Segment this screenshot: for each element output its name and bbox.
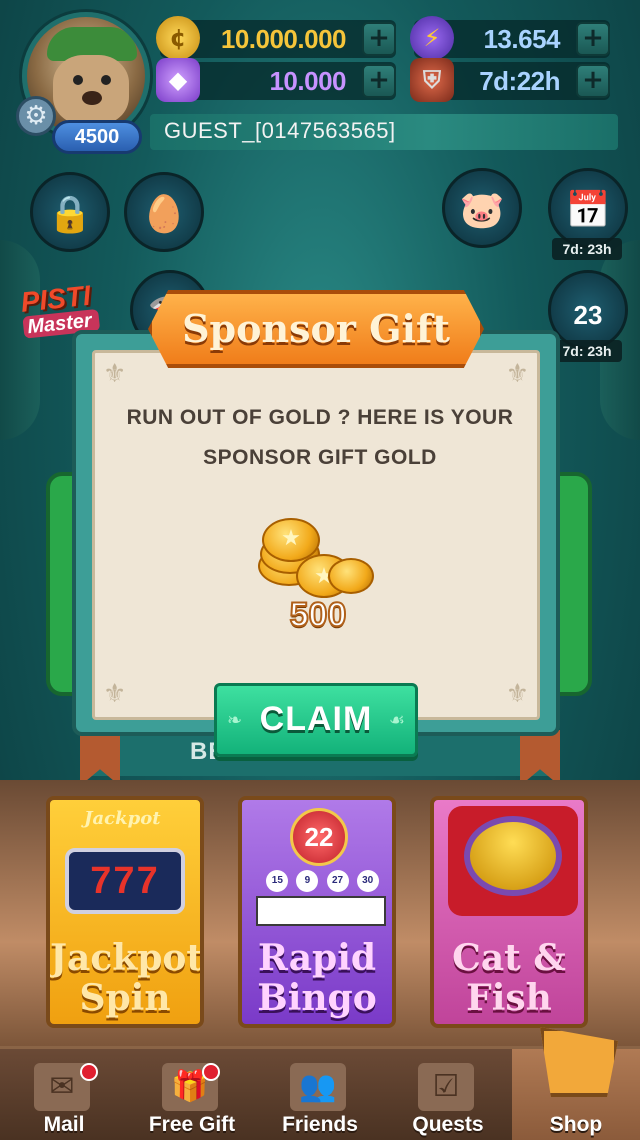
bingo-ball-icon: 22 [290, 808, 348, 866]
notification-dot [202, 1063, 220, 1081]
cat-fish-art [434, 800, 584, 930]
game-title-line2: Bingo [257, 977, 377, 1019]
coin [328, 558, 374, 594]
add-energy-button[interactable]: + [576, 22, 610, 56]
avatar-eye [73, 75, 83, 85]
bingo-number-row: 15 9 27 30 [252, 868, 390, 892]
leaf-decor-icon: ☙ [388, 710, 405, 731]
gold-button-icon [464, 816, 562, 896]
bottom-navbar: ✉ Mail 🎁 Free Gift 👥 Friends ☑ Quests Sh… [0, 1027, 640, 1140]
slot-machine-icon: 777 [65, 848, 185, 914]
gold-counter: ¢ 10.000.000 + [156, 16, 396, 60]
game-title-line1: Cat & [452, 937, 566, 979]
level-badge: 4500 [52, 120, 142, 154]
game-title-line2: Fish [466, 977, 552, 1019]
player-avatar-area[interactable]: ⚙ 4500 [16, 12, 152, 154]
jackpot-spin-card[interactable]: Jackpot 777 Jackpot Spin [46, 796, 204, 1028]
shield-value: 7d:22h [479, 66, 560, 96]
gold-coins-icon: ★ ★ [258, 512, 378, 602]
nav-label: Mail [43, 1113, 85, 1136]
rapid-bingo-card[interactable]: 22 15 9 27 30 Rapid Bingo [238, 796, 396, 1028]
lightning-icon: ⚡ [410, 16, 454, 60]
dialog-title: Sponsor Gift [182, 306, 450, 351]
avatar-face [53, 55, 129, 125]
fleur-de-lis-icon: ⚜ [505, 359, 529, 389]
calendar-icon[interactable]: 📅 [548, 168, 628, 248]
energy-counter: ⚡ 13.654 + [410, 16, 610, 60]
notification-dot [80, 1063, 98, 1081]
jackpot-art: Jackpot 777 [50, 800, 200, 930]
player-name-bar: GUEST_[0147563565] [150, 114, 618, 150]
add-shield-button[interactable]: + [576, 64, 610, 98]
friends-icon: 👥 [290, 1063, 346, 1111]
add-gems-button[interactable]: + [362, 64, 396, 98]
game-title-line1: Rapid [257, 937, 377, 979]
fleur-de-lis-icon: ⚜ [103, 679, 127, 709]
trophy-rank: 23 [573, 300, 603, 330]
bingo-number: 30 [356, 870, 379, 892]
gem-value: 10.000 [269, 66, 346, 96]
gem-counter: ◆ 10.000 + [156, 58, 396, 102]
nav-label: Shop [549, 1113, 603, 1136]
gem-icon: ◆ [156, 58, 200, 102]
avatar-nose [82, 91, 102, 105]
bet-flag-left [80, 730, 120, 786]
game-title-line1: Jackpot [50, 937, 204, 979]
energy-value: 13.654 [483, 24, 560, 54]
nav-free-gift[interactable]: 🎁 Free Gift [128, 1049, 256, 1140]
nav-mail[interactable]: ✉ Mail [0, 1049, 128, 1140]
claim-label: CLAIM [259, 700, 373, 738]
bingo-card-icon [256, 896, 386, 926]
nav-label: Free Gift [148, 1113, 236, 1136]
nav-label: Friends [282, 1113, 358, 1136]
dialog-title-banner: Sponsor Gift [148, 290, 484, 368]
reward-amount: 500 [289, 595, 348, 635]
dialog-message-line2: SPONSOR GIFT GOLD [203, 446, 437, 469]
player-name: GUEST_[0147563565] [164, 118, 396, 143]
shield-counter: ⛨ 7d:22h + [410, 58, 610, 102]
bingo-number: 27 [326, 870, 349, 892]
jackpot-art-label: Jackpot [84, 808, 161, 829]
piggy-bank-icon[interactable]: 🐷 [442, 168, 522, 248]
golden-egg-icon[interactable]: 🥚 [124, 172, 204, 252]
bingo-art: 22 15 9 27 30 [242, 800, 392, 930]
nav-shop[interactable]: Shop [512, 1027, 640, 1140]
add-gold-button[interactable]: + [362, 22, 396, 56]
game-title-line2: Spin [79, 977, 171, 1019]
avatar-eye [101, 75, 111, 85]
bet-flag-right [520, 730, 560, 786]
nav-label: Quests [412, 1113, 484, 1136]
shield-icon: ⛨ [410, 58, 454, 102]
bingo-number: 15 [266, 870, 289, 892]
bingo-number: 9 [296, 870, 319, 892]
trophy-icon[interactable]: 23 [548, 270, 628, 350]
gold-coin-icon: ¢ [156, 16, 200, 60]
checkbox-icon: ☑ [418, 1063, 474, 1111]
nav-friends[interactable]: 👥 Friends [256, 1049, 384, 1140]
nav-quests[interactable]: ☑ Quests [384, 1049, 512, 1140]
gear-icon[interactable]: ⚙ [16, 96, 56, 136]
claim-button[interactable]: ❧ CLAIM ☙ [214, 683, 418, 757]
calendar-timer: 7d: 23h [552, 238, 622, 260]
dialog-message-line1: RUN OUT OF GOLD ? HERE IS YOUR [126, 406, 514, 429]
trophy-timer: 7d: 23h [552, 340, 622, 362]
fleur-de-lis-icon: ⚜ [505, 679, 529, 709]
gold-value: 10.000.000 [220, 24, 347, 54]
fleur-de-lis-icon: ⚜ [103, 359, 127, 389]
cat-fish-card[interactable]: Cat & Fish [430, 796, 588, 1028]
safe-icon[interactable]: 🔒 [30, 172, 110, 252]
